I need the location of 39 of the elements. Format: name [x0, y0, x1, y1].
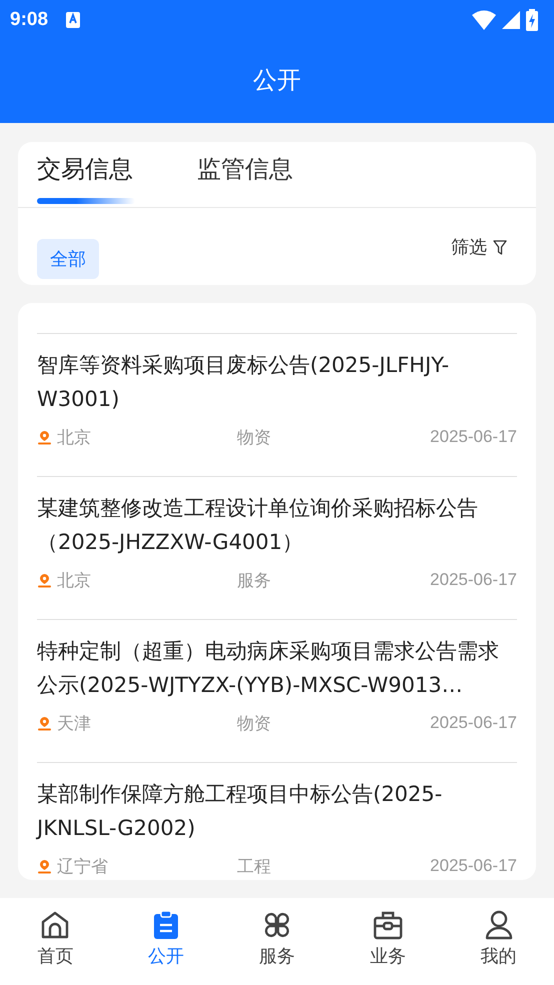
home-icon	[40, 910, 70, 940]
notice-title[interactable]: 特种定制（超重）电动病床采购项目需求公告需求公示(2025-WJTYZX-(YYB)-MXSC-W9013…	[37, 634, 517, 702]
person-icon	[484, 910, 514, 940]
wifi-icon	[472, 10, 496, 30]
date-text: 2025-06-17	[430, 713, 517, 733]
date-text: 2025-06-17	[430, 856, 517, 876]
location-pin-icon	[37, 430, 52, 444]
date-text: 2025-06-17	[430, 570, 517, 590]
category-text: 物资	[237, 712, 272, 734]
nav-tab[interactable]: 服务	[222, 898, 332, 985]
notice-title[interactable]: 某部制作保障方舱工程项目中标公告(2025-JKNLSL-G2002)	[37, 777, 517, 845]
location-pin-icon	[37, 858, 52, 874]
battery-icon	[526, 9, 538, 31]
category-text: 物资	[237, 426, 272, 448]
nav-tab[interactable]: 公开	[110, 898, 222, 985]
tab[interactable]: 监管信息	[197, 154, 293, 207]
nav-tab[interactable]: 我的	[443, 898, 554, 985]
briefcase-icon	[372, 910, 403, 940]
notice-title[interactable]: 某建筑整修改造工程设计单位询价采购招标公告（2025-JHZZXW-G4001）	[37, 491, 517, 559]
location-text: 北京	[57, 426, 91, 448]
location-text: 辽宁省	[57, 856, 108, 878]
date-text: 2025-06-17	[430, 427, 517, 447]
location-pin-icon	[37, 572, 52, 588]
nav-tab[interactable]: 首页	[0, 898, 111, 985]
location-pin-icon	[37, 716, 52, 730]
location-text: 天津	[57, 712, 91, 734]
location-text: 北京	[57, 570, 91, 592]
tab[interactable]: 交易信息	[37, 154, 135, 207]
signal-icon	[502, 11, 520, 29]
category-text: 工程	[237, 856, 272, 878]
status-time: 9:08	[10, 9, 48, 31]
page-title: 公开	[253, 65, 301, 96]
nav-tab[interactable]: 业务	[332, 898, 444, 985]
notice-title[interactable]: 智库等资料采购项目废标公告(2025-JLFHJY-W3001)	[37, 348, 517, 416]
filter-button[interactable]: 筛选	[451, 235, 507, 259]
filter-icon	[493, 240, 507, 254]
filter-chip[interactable]: 全部	[37, 239, 99, 279]
keyboard-notification-icon	[66, 12, 80, 28]
category-text: 服务	[237, 570, 272, 592]
